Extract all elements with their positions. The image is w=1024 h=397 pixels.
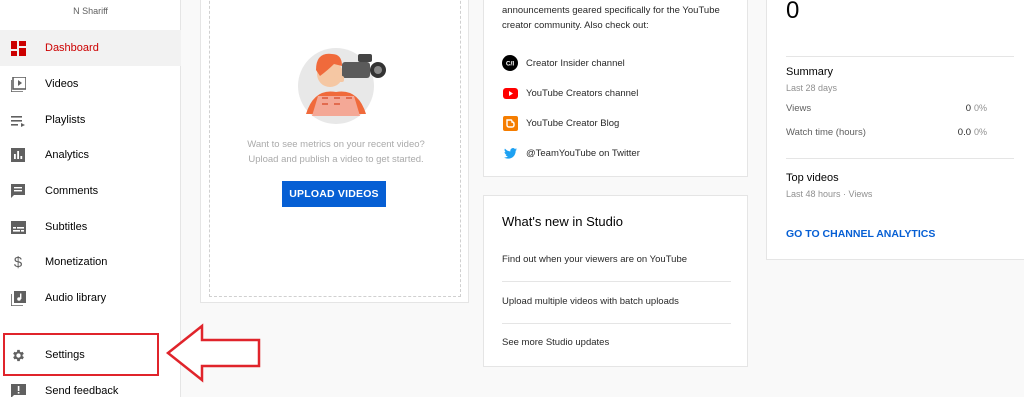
summary-title: Summary: [786, 66, 834, 78]
see-more-updates-link[interactable]: See more Studio updates: [502, 337, 731, 348]
svg-text:C/I: C/I: [506, 61, 515, 68]
blogger-icon: [502, 115, 518, 131]
upload-videos-button[interactable]: UPLOAD VIDEOS: [282, 181, 386, 207]
sidebar-item-monetization[interactable]: $ Monetization: [0, 244, 181, 280]
watch-time-percent: 0%: [974, 127, 988, 137]
creator-insider-icon: C/I: [502, 55, 518, 71]
channel-name: N Shariff: [73, 6, 108, 16]
playlists-icon: [10, 112, 26, 128]
subscriber-count: 0: [786, 0, 800, 24]
sidebar-item-analytics[interactable]: Analytics: [0, 137, 181, 173]
sidebar-item-subtitles[interactable]: Subtitles: [0, 209, 181, 245]
creator-blog-link[interactable]: YouTube Creator Blog: [502, 114, 619, 132]
annotation-highlight-box: [3, 333, 159, 376]
comments-icon: [10, 183, 26, 199]
sidebar-item-audio-library[interactable]: Audio library: [0, 280, 181, 316]
views-percent: 0%: [974, 103, 988, 113]
sidebar-item-label: Monetization: [45, 256, 108, 268]
divider: [786, 158, 1014, 159]
news-link-label: YouTube Creator Blog: [526, 117, 620, 129]
upload-message: Want to see metrics on your recent video…: [210, 137, 462, 167]
dashboard-icon: [10, 40, 26, 56]
subtitles-icon: [10, 219, 26, 235]
upload-message-line2: Upload and publish a video to get starte…: [248, 154, 424, 165]
divider: [786, 56, 1014, 57]
studio-update-link[interactable]: Find out when your viewers are on YouTub…: [502, 254, 731, 265]
sidebar-item-label: Dashboard: [45, 42, 99, 54]
top-videos-title: Top videos: [786, 172, 839, 184]
divider: [502, 323, 731, 324]
sidebar-item-send-feedback[interactable]: Send feedback: [0, 373, 181, 397]
news-link-label: Creator Insider channel: [526, 57, 625, 69]
views-value: 0: [965, 103, 971, 114]
youtube-creators-link[interactable]: YouTube Creators channel: [502, 84, 638, 102]
sidebar-item-playlists[interactable]: Playlists: [0, 102, 181, 138]
upload-card: Want to see metrics on your recent video…: [200, 0, 469, 303]
channel-analytics-card: 0 Summary Last 28 days Views 0 0% Watch …: [766, 0, 1024, 260]
creator-insider-link[interactable]: C/I Creator Insider channel: [502, 54, 625, 72]
watch-time-label: Watch time (hours): [786, 127, 866, 138]
whats-new-card: What's new in Studio Find out when your …: [483, 195, 748, 367]
whats-new-title: What's new in Studio: [502, 214, 623, 229]
analytics-icon: [10, 147, 26, 163]
camera-illustration: [294, 36, 394, 126]
news-link-label: @TeamYouTube on Twitter: [526, 147, 640, 159]
sidebar-item-dashboard[interactable]: Dashboard: [0, 30, 181, 66]
views-label: Views: [786, 103, 812, 114]
summary-period: Last 28 days: [786, 83, 838, 93]
news-text-line2: creator community. Also check out:: [502, 20, 649, 31]
studio-update-link[interactable]: Upload multiple videos with batch upload…: [502, 296, 731, 307]
sidebar-item-label: Subtitles: [45, 221, 88, 233]
sidebar-item-videos[interactable]: Videos: [0, 66, 181, 102]
annotation-arrow: [165, 323, 261, 383]
sidebar-item-comments[interactable]: Comments: [0, 173, 181, 209]
feedback-icon: [10, 383, 26, 397]
news-text-line1: announcements geared specifically for th…: [502, 5, 720, 16]
videos-icon: [10, 76, 26, 92]
sidebar-item-label: Send feedback: [45, 385, 119, 397]
sidebar-item-label: Videos: [45, 78, 79, 90]
dollar-icon: $: [13, 253, 23, 271]
go-to-channel-analytics-link[interactable]: GO TO CHANNEL ANALYTICS: [786, 228, 935, 240]
news-link-label: YouTube Creators channel: [526, 87, 639, 99]
watch-time-value: 0.0: [957, 127, 971, 138]
team-youtube-twitter-link[interactable]: @TeamYouTube on Twitter: [502, 144, 640, 162]
sidebar-item-label: Audio library: [45, 292, 107, 304]
twitter-icon: [502, 145, 518, 161]
audio-library-icon: [10, 290, 26, 306]
top-videos-sub: Last 48 hours · Views: [786, 189, 873, 199]
sidebar-item-label: Analytics: [45, 149, 90, 161]
news-card: announcements geared specifically for th…: [483, 0, 748, 177]
youtube-icon: [502, 85, 518, 101]
sidebar-item-label: Comments: [45, 185, 99, 197]
upload-dropzone: Want to see metrics on your recent video…: [209, 0, 461, 297]
upload-message-line1: Want to see metrics on your recent video…: [247, 139, 425, 150]
sidebar-item-label: Playlists: [45, 114, 86, 126]
divider: [502, 281, 731, 282]
news-text: announcements geared specifically for th…: [502, 3, 737, 33]
